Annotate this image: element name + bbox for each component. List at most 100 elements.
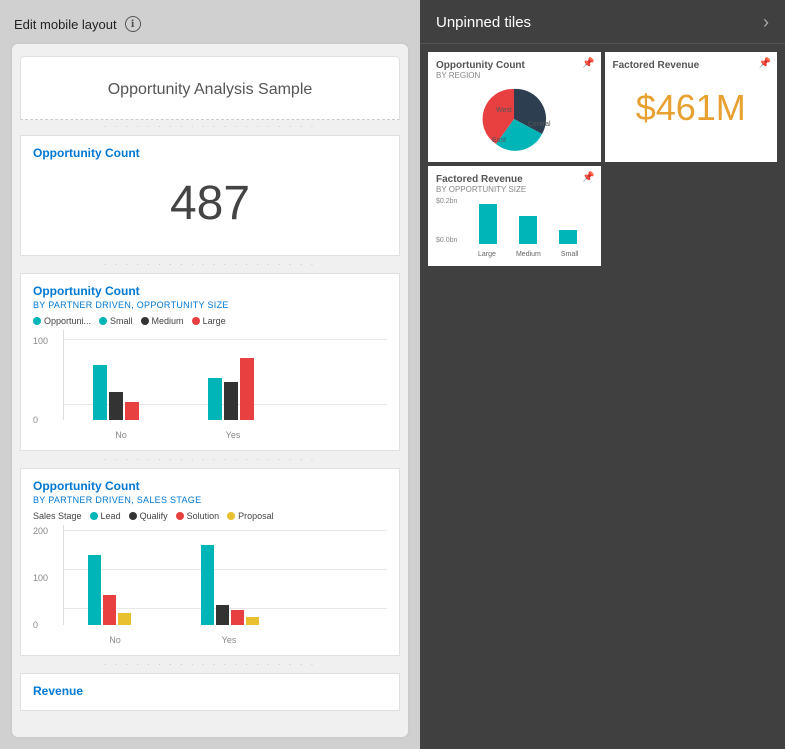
legend-item-medium: Medium [141,316,184,326]
gridline-200 [64,530,387,531]
mini-bar-medium [519,216,537,244]
legend-dot-large [192,317,200,325]
gridline-top [64,339,387,340]
opportunity-count-tile: Opportunity Count 487 [20,135,400,256]
legend-item-qualify: Qualify [129,511,168,521]
separator-1: · · · · · · · · · · · · · · · · · · · · [12,122,408,131]
y-label-0b: 0 [33,620,38,630]
mini-x-small: Small [561,251,579,258]
bar2-no-proposal [118,613,131,625]
bar2-yes-solution [231,610,244,625]
mini-y-top: $0.2bn [436,198,457,205]
tile2-value: $461M [613,71,770,139]
chart1-label: Opportunity Count [33,284,387,298]
tile2-title: Factored Revenue [613,60,770,71]
legend-label-small: Small [110,316,133,326]
phone-mockup: Opportunity Analysis Sample · · · · · · … [10,42,410,739]
x-label-no-1: No [115,430,127,440]
unpinned-tile-opp-count-region[interactable]: 📌 Opportunity Count BY REGION West Centr… [428,52,601,162]
unpinned-tile-factored-by-size[interactable]: 📌 Factored Revenue BY OPPORTUNITY SIZE $… [428,166,601,266]
bar-chart-1-tile: Opportunity Count BY PARTNER DRIVEN, OPP… [20,273,400,451]
revenue-label: Revenue [33,684,387,698]
bars2-yes-group [201,545,259,625]
pie-chart-svg: West Central East [474,84,554,154]
legend-item-large: Large [192,316,226,326]
legend-dot-qualify [129,512,137,520]
left-header: Edit mobile layout ℹ [10,10,410,42]
info-icon[interactable]: ℹ [125,16,141,32]
pin-icon-1[interactable]: 📌 [582,58,594,69]
bars-no-group [93,365,139,420]
legend-item-proposal: Proposal [227,511,274,521]
chart1-area: 100 0 [33,330,387,440]
legend-item-lead: Lead [90,511,121,521]
edit-mobile-layout-title: Edit mobile layout [14,17,117,32]
right-header: Unpinned tiles › [420,0,785,44]
legend-label-solution: Solution [187,511,220,521]
bar2-no-lead [88,555,101,625]
mini-x-labels: Large Medium Small [468,251,589,258]
mini-x-medium: Medium [516,251,541,258]
bar-no-large [125,402,139,420]
sample-title: Opportunity Analysis Sample [33,67,387,109]
x-label-yes-2: Yes [222,635,237,645]
unpinned-tile-factored-revenue[interactable]: 📌 Factored Revenue $461M [605,52,778,162]
chevron-right-icon[interactable]: › [763,12,769,33]
mini-bars-container [468,198,589,244]
legend-label-medium: Medium [152,316,184,326]
pin-icon-2[interactable]: 📌 [759,58,771,69]
legend-item-opportuni: Opportuni... [33,316,91,326]
bar-no-medium [109,392,123,420]
revenue-tile: Revenue [20,673,400,711]
y-label-0: 0 [33,415,38,425]
bar2-no-solution [103,595,116,625]
legend-item-small: Small [99,316,133,326]
pie-label-west: West [496,107,512,114]
left-panel: Edit mobile layout ℹ Opportunity Analysi… [0,0,420,749]
x-label-no-2: No [109,635,121,645]
bar2-yes-lead [201,545,214,625]
separator-4: · · · · · · · · · · · · · · · · · · · · [12,660,408,669]
chart2-area: 200 100 0 [33,525,387,645]
pie-label-east: East [492,137,506,144]
mini-y-bottom: $0.0bn [436,237,457,244]
chart1-sublabel: BY PARTNER DRIVEN, OPPORTUNITY SIZE [33,300,387,310]
legend-label-opportuni: Opportuni... [44,316,91,326]
opp-count-label: Opportunity Count [33,146,387,160]
legend-item-solution: Solution [176,511,220,521]
chart2-label: Opportunity Count [33,479,387,493]
bar-yes-medium [224,382,238,420]
chart1-legend: Opportuni... Small Medium Large [33,316,387,326]
tile1-subtitle: BY REGION [436,71,593,80]
chart2-sublabel: BY PARTNER DRIVEN, SALES STAGE [33,495,387,505]
legend-label-lead: Lead [101,511,121,521]
bar-yes-large [240,358,254,420]
legend-dot-medium [141,317,149,325]
mini-y-labels: $0.2bn $0.0bn [436,198,457,244]
mini-bar-large [479,204,497,244]
right-panel: Unpinned tiles › 📌 Opportunity Count BY … [420,0,785,749]
mini-x-large: Large [478,251,496,258]
separator-3: · · · · · · · · · · · · · · · · · · · · [12,455,408,464]
chart2-legend: Sales Stage Lead Qualify Solution [33,511,387,521]
bar-no-small [93,365,107,420]
unpinned-grid: 📌 Opportunity Count BY REGION West Centr… [420,44,785,274]
separator-2: · · · · · · · · · · · · · · · · · · · · [12,260,408,269]
bars-yes-group [208,358,254,420]
legend-dot-proposal [227,512,235,520]
legend-item-sales-stage: Sales Stage [33,511,82,521]
legend-dot-small [33,317,41,325]
legend-label-large: Large [203,316,226,326]
pin-icon-3[interactable]: 📌 [582,172,594,183]
title-tile: Opportunity Analysis Sample [20,56,400,120]
bar-yes-small [208,378,222,420]
pie-chart-container: West Central East [436,84,593,154]
legend-label-proposal: Proposal [238,511,274,521]
legend-dot-small2 [99,317,107,325]
tile3-chart: $0.2bn $0.0bn Large Medium Small [436,198,593,258]
bars2-no-group [88,555,131,625]
unpinned-tiles-title: Unpinned tiles [436,14,531,31]
legend-dot-solution [176,512,184,520]
bar2-yes-qualify [216,605,229,625]
y-label-100: 100 [33,336,48,346]
